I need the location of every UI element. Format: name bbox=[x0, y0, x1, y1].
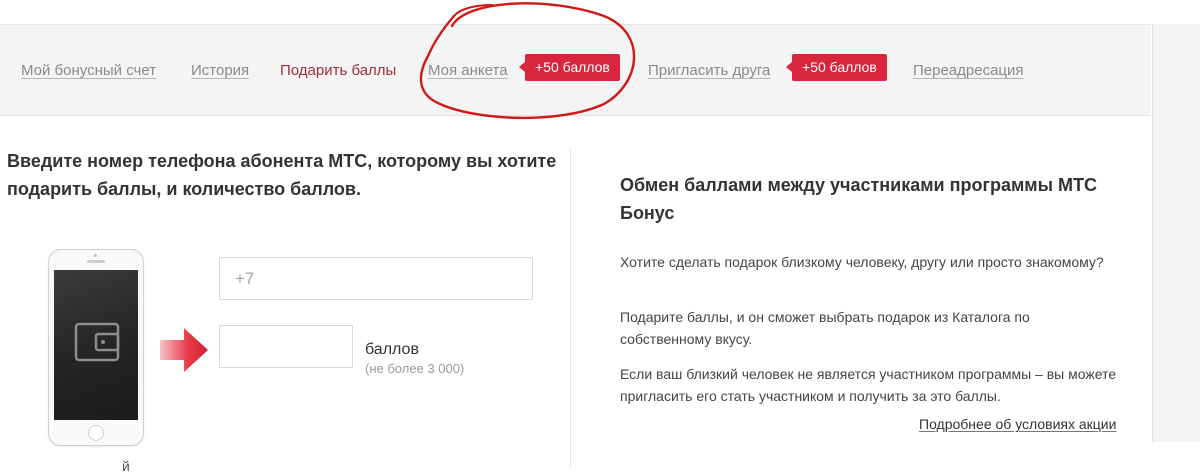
phone-camera bbox=[94, 254, 97, 257]
tab-gift-points[interactable]: Подарить баллы bbox=[280, 62, 396, 79]
info-paragraph: Если ваш близкий человек не является уча… bbox=[620, 366, 1117, 404]
phone-home-button bbox=[88, 425, 104, 441]
page-right-strip bbox=[1152, 24, 1200, 442]
recipient-phone-input[interactable] bbox=[219, 257, 533, 300]
cut-off-text: й bbox=[122, 458, 130, 474]
phone-speaker bbox=[87, 260, 105, 263]
details-link[interactable]: Подробнее об условиях акции bbox=[919, 416, 1116, 432]
info-paragraph: Подарите баллы, и он сможет выбрать пода… bbox=[620, 309, 1030, 347]
points-limit-hint: (не более 3 000) bbox=[365, 361, 465, 376]
column-divider bbox=[570, 149, 571, 467]
info-paragraph: Хотите сделать подарок близкому человеку… bbox=[620, 254, 1104, 270]
points-unit-label: баллов bbox=[365, 341, 419, 358]
phone-screen bbox=[54, 270, 138, 420]
gift-form-title: Введите номер телефона абонента МТС, кот… bbox=[7, 151, 557, 199]
points-amount-input[interactable] bbox=[219, 325, 353, 368]
phone-illustration bbox=[48, 249, 144, 446]
tab-history[interactable]: История bbox=[191, 62, 249, 79]
tab-redirection[interactable]: Переадресация bbox=[913, 62, 1024, 79]
tab-invite-friend[interactable]: Пригласить друга bbox=[648, 62, 770, 79]
invite-bonus-badge: +50 баллов bbox=[786, 54, 887, 81]
tab-my-bonus-account[interactable]: Мой бонусный счет bbox=[21, 62, 156, 79]
red-circle-annotation bbox=[419, 2, 636, 120]
wallet-icon bbox=[74, 322, 120, 362]
red-arrow-right-icon bbox=[160, 328, 208, 372]
info-title: Обмен баллами между участниками программ… bbox=[620, 175, 1097, 223]
